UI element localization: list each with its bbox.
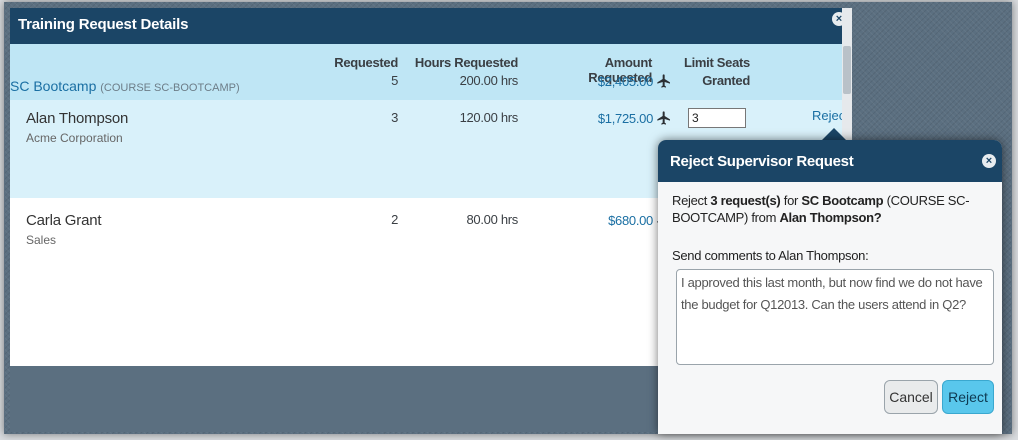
row-hours-value: 80.00 hrs bbox=[466, 212, 518, 227]
col-limit-header-1: Limit Seats bbox=[683, 55, 750, 70]
row-amount-value: $680.00 bbox=[608, 213, 653, 228]
cancel-button[interactable]: Cancel bbox=[884, 380, 938, 414]
course-summary-row: SC Bootcamp (COURSE SC-BOOTCAMP) Request… bbox=[10, 44, 852, 100]
airplane-icon[interactable] bbox=[656, 110, 672, 126]
popup-title: Reject Supervisor Request bbox=[670, 153, 854, 170]
comments-textarea[interactable]: I approved this last month, but now find… bbox=[676, 269, 994, 365]
msg-count: 3 request(s) bbox=[710, 193, 781, 208]
reject-button[interactable]: Reject bbox=[942, 380, 994, 414]
course-name[interactable]: SC Bootcamp bbox=[10, 78, 96, 94]
requester-org: Sales bbox=[26, 233, 57, 247]
course-hours-value: 200.00 hrs bbox=[459, 73, 519, 88]
comments-label: Send comments to Alan Thompson: bbox=[672, 248, 869, 263]
course-amount-value: $2,405.00 bbox=[597, 74, 653, 89]
msg-prefix: Reject bbox=[672, 193, 711, 208]
msg-for: for bbox=[780, 193, 802, 208]
requester-name: Alan Thompson bbox=[26, 110, 129, 127]
col-requested-header: Requested bbox=[334, 55, 398, 70]
airplane-icon[interactable] bbox=[656, 73, 672, 89]
msg-person: Alan Thompson? bbox=[779, 210, 882, 225]
popup-header: Reject Supervisor Request × bbox=[658, 140, 1002, 182]
row-amount-value: $1,725.00 bbox=[597, 111, 653, 126]
reject-confirmation-message: Reject 3 request(s) for SC Bootcamp (COU… bbox=[672, 192, 990, 226]
col-limit-header-2: Granted bbox=[702, 73, 750, 88]
requester-org: Acme Corporation bbox=[26, 131, 123, 145]
col-hours-header: Hours Requested bbox=[414, 55, 518, 70]
course-title[interactable]: SC Bootcamp (COURSE SC-BOOTCAMP) bbox=[10, 78, 240, 94]
row-requested-value: 3 bbox=[391, 110, 398, 125]
msg-from: from bbox=[748, 210, 780, 225]
msg-course: SC Bootcamp bbox=[801, 193, 884, 208]
course-code: (COURSE SC-BOOTCAMP) bbox=[100, 82, 240, 94]
row-hours-value: 120.00 hrs bbox=[459, 110, 519, 125]
seats-granted-input[interactable] bbox=[688, 108, 746, 128]
course-requested-value: 5 bbox=[391, 73, 398, 88]
panel-header: Training Request Details × bbox=[10, 8, 852, 44]
course-amount: $2,405.00 bbox=[540, 73, 672, 89]
close-icon[interactable]: × bbox=[982, 154, 996, 168]
row-amount: $1,725.00 bbox=[540, 110, 672, 126]
panel-title: Training Request Details bbox=[18, 16, 189, 33]
reject-request-popup: Reject Supervisor Request × Reject 3 req… bbox=[658, 140, 1002, 434]
popup-pointer bbox=[822, 128, 846, 140]
row-requested-value: 2 bbox=[391, 212, 398, 227]
scrollbar-thumb[interactable] bbox=[843, 46, 851, 94]
row-amount: $680.00 bbox=[540, 212, 672, 228]
requester-name: Carla Grant bbox=[26, 212, 102, 229]
